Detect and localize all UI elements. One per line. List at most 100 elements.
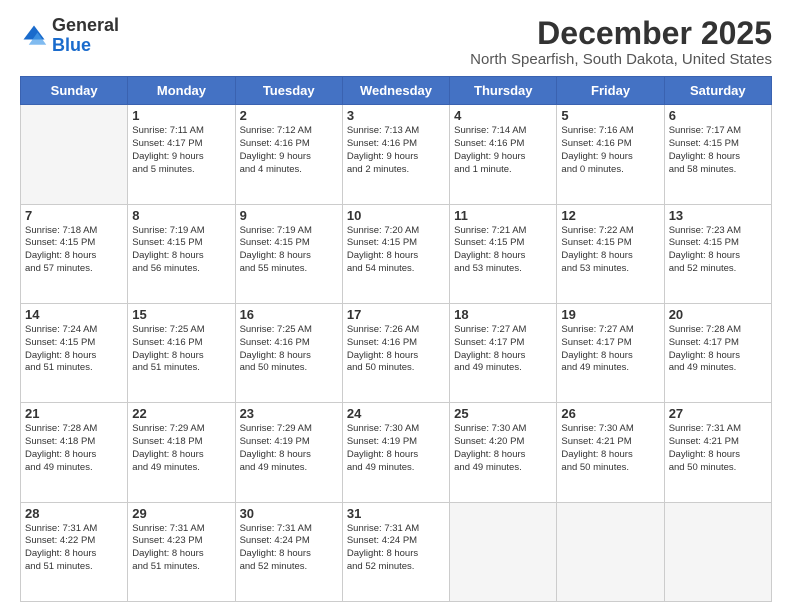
day-info: Sunrise: 7:17 AM Sunset: 4:15 PM Dayligh…	[669, 125, 767, 176]
day-header-saturday: Saturday	[664, 77, 771, 105]
day-info: Sunrise: 7:28 AM Sunset: 4:17 PM Dayligh…	[669, 324, 767, 375]
location: North Spearfish, South Dakota, United St…	[470, 51, 772, 68]
day-info: Sunrise: 7:16 AM Sunset: 4:16 PM Dayligh…	[561, 125, 659, 176]
calendar-cell: 28 Sunrise: 7:31 AM Sunset: 4:22 PM Dayli…	[21, 502, 128, 601]
calendar-cell: 11 Sunrise: 7:21 AM Sunset: 4:15 PM Dayli…	[450, 204, 557, 303]
day-number: 17	[347, 307, 445, 322]
day-info: Sunrise: 7:19 AM Sunset: 4:15 PM Dayligh…	[132, 225, 230, 276]
day-number: 16	[240, 307, 338, 322]
calendar-week-row: 28 Sunrise: 7:31 AM Sunset: 4:22 PM Dayli…	[21, 502, 772, 601]
day-number: 10	[347, 208, 445, 223]
logo-text: General Blue	[52, 16, 119, 56]
calendar-cell: 14 Sunrise: 7:24 AM Sunset: 4:15 PM Dayli…	[21, 303, 128, 402]
day-number: 5	[561, 108, 659, 123]
day-number: 4	[454, 108, 552, 123]
day-number: 20	[669, 307, 767, 322]
calendar-week-row: 7 Sunrise: 7:18 AM Sunset: 4:15 PM Daylig…	[21, 204, 772, 303]
day-number: 31	[347, 506, 445, 521]
day-number: 8	[132, 208, 230, 223]
day-number: 2	[240, 108, 338, 123]
day-info: Sunrise: 7:12 AM Sunset: 4:16 PM Dayligh…	[240, 125, 338, 176]
calendar-cell: 12 Sunrise: 7:22 AM Sunset: 4:15 PM Dayli…	[557, 204, 664, 303]
calendar-week-row: 14 Sunrise: 7:24 AM Sunset: 4:15 PM Dayli…	[21, 303, 772, 402]
day-number: 7	[25, 208, 123, 223]
calendar-cell: 31 Sunrise: 7:31 AM Sunset: 4:24 PM Dayli…	[342, 502, 449, 601]
day-info: Sunrise: 7:30 AM Sunset: 4:20 PM Dayligh…	[454, 423, 552, 474]
day-header-thursday: Thursday	[450, 77, 557, 105]
calendar-cell: 25 Sunrise: 7:30 AM Sunset: 4:20 PM Dayli…	[450, 403, 557, 502]
day-number: 25	[454, 406, 552, 421]
day-info: Sunrise: 7:25 AM Sunset: 4:16 PM Dayligh…	[240, 324, 338, 375]
calendar-cell	[21, 105, 128, 204]
calendar-cell: 10 Sunrise: 7:20 AM Sunset: 4:15 PM Dayli…	[342, 204, 449, 303]
day-info: Sunrise: 7:29 AM Sunset: 4:19 PM Dayligh…	[240, 423, 338, 474]
day-number: 28	[25, 506, 123, 521]
day-info: Sunrise: 7:19 AM Sunset: 4:15 PM Dayligh…	[240, 225, 338, 276]
day-number: 26	[561, 406, 659, 421]
calendar-cell	[450, 502, 557, 601]
day-info: Sunrise: 7:14 AM Sunset: 4:16 PM Dayligh…	[454, 125, 552, 176]
day-info: Sunrise: 7:29 AM Sunset: 4:18 PM Dayligh…	[132, 423, 230, 474]
calendar-cell: 23 Sunrise: 7:29 AM Sunset: 4:19 PM Dayli…	[235, 403, 342, 502]
day-number: 29	[132, 506, 230, 521]
day-number: 6	[669, 108, 767, 123]
day-info: Sunrise: 7:26 AM Sunset: 4:16 PM Dayligh…	[347, 324, 445, 375]
day-info: Sunrise: 7:18 AM Sunset: 4:15 PM Dayligh…	[25, 225, 123, 276]
title-block: December 2025 North Spearfish, South Dak…	[470, 16, 772, 68]
calendar-cell: 22 Sunrise: 7:29 AM Sunset: 4:18 PM Dayli…	[128, 403, 235, 502]
day-number: 11	[454, 208, 552, 223]
calendar-cell: 5 Sunrise: 7:16 AM Sunset: 4:16 PM Daylig…	[557, 105, 664, 204]
calendar-cell: 30 Sunrise: 7:31 AM Sunset: 4:24 PM Dayli…	[235, 502, 342, 601]
day-info: Sunrise: 7:28 AM Sunset: 4:18 PM Dayligh…	[25, 423, 123, 474]
day-header-monday: Monday	[128, 77, 235, 105]
calendar-cell: 15Sunrise: 7:25 AM Sunset: 4:16 PM Dayli…	[128, 303, 235, 402]
calendar-cell: 27Sunrise: 7:31 AM Sunset: 4:21 PM Dayli…	[664, 403, 771, 502]
day-info: Sunrise: 7:30 AM Sunset: 4:21 PM Dayligh…	[561, 423, 659, 474]
day-header-sunday: Sunday	[21, 77, 128, 105]
day-info: Sunrise: 7:22 AM Sunset: 4:15 PM Dayligh…	[561, 225, 659, 276]
day-number: 14	[25, 307, 123, 322]
day-number: 22	[132, 406, 230, 421]
calendar-week-row: 21 Sunrise: 7:28 AM Sunset: 4:18 PM Dayli…	[21, 403, 772, 502]
calendar-cell: 3 Sunrise: 7:13 AM Sunset: 4:16 PM Daylig…	[342, 105, 449, 204]
logo-blue-text: Blue	[52, 35, 91, 55]
calendar-cell	[557, 502, 664, 601]
day-info: Sunrise: 7:27 AM Sunset: 4:17 PM Dayligh…	[561, 324, 659, 375]
logo: General Blue	[20, 16, 119, 56]
day-number: 23	[240, 406, 338, 421]
calendar-cell: 16 Sunrise: 7:25 AM Sunset: 4:16 PM Dayli…	[235, 303, 342, 402]
calendar-cell: 21 Sunrise: 7:28 AM Sunset: 4:18 PM Dayli…	[21, 403, 128, 502]
day-number: 15	[132, 307, 230, 322]
calendar-cell: 9 Sunrise: 7:19 AM Sunset: 4:15 PM Daylig…	[235, 204, 342, 303]
day-number: 27	[669, 406, 767, 421]
calendar-cell: 24Sunrise: 7:30 AM Sunset: 4:19 PM Dayli…	[342, 403, 449, 502]
day-number: 9	[240, 208, 338, 223]
header: General Blue December 2025 North Spearfi…	[20, 16, 772, 68]
day-number: 3	[347, 108, 445, 123]
day-info: Sunrise: 7:21 AM Sunset: 4:15 PM Dayligh…	[454, 225, 552, 276]
day-info: Sunrise: 7:11 AM Sunset: 4:17 PM Dayligh…	[132, 125, 230, 176]
calendar-cell: 1Sunrise: 7:11 AM Sunset: 4:17 PM Daylig…	[128, 105, 235, 204]
day-info: Sunrise: 7:24 AM Sunset: 4:15 PM Dayligh…	[25, 324, 123, 375]
day-number: 12	[561, 208, 659, 223]
calendar-header-row: SundayMondayTuesdayWednesdayThursdayFrid…	[21, 77, 772, 105]
calendar-cell: 4 Sunrise: 7:14 AM Sunset: 4:16 PM Daylig…	[450, 105, 557, 204]
day-header-wednesday: Wednesday	[342, 77, 449, 105]
day-info: Sunrise: 7:31 AM Sunset: 4:24 PM Dayligh…	[240, 523, 338, 574]
calendar-cell: 18Sunrise: 7:27 AM Sunset: 4:17 PM Dayli…	[450, 303, 557, 402]
day-info: Sunrise: 7:31 AM Sunset: 4:24 PM Dayligh…	[347, 523, 445, 574]
day-number: 24	[347, 406, 445, 421]
day-info: Sunrise: 7:31 AM Sunset: 4:22 PM Dayligh…	[25, 523, 123, 574]
calendar-cell: 13Sunrise: 7:23 AM Sunset: 4:15 PM Dayli…	[664, 204, 771, 303]
day-number: 19	[561, 307, 659, 322]
day-info: Sunrise: 7:20 AM Sunset: 4:15 PM Dayligh…	[347, 225, 445, 276]
calendar-cell: 20 Sunrise: 7:28 AM Sunset: 4:17 PM Dayli…	[664, 303, 771, 402]
day-info: Sunrise: 7:13 AM Sunset: 4:16 PM Dayligh…	[347, 125, 445, 176]
day-number: 18	[454, 307, 552, 322]
day-number: 21	[25, 406, 123, 421]
calendar-table: SundayMondayTuesdayWednesdayThursdayFrid…	[20, 76, 772, 602]
day-number: 30	[240, 506, 338, 521]
calendar-cell: 29Sunrise: 7:31 AM Sunset: 4:23 PM Dayli…	[128, 502, 235, 601]
calendar-cell: 26 Sunrise: 7:30 AM Sunset: 4:21 PM Dayli…	[557, 403, 664, 502]
day-info: Sunrise: 7:23 AM Sunset: 4:15 PM Dayligh…	[669, 225, 767, 276]
